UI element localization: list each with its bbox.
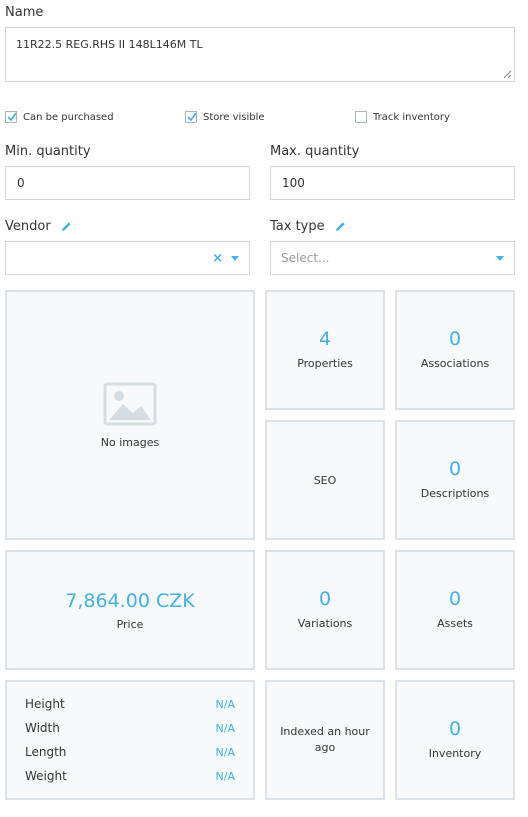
assets-tile[interactable]: 0 Assets [395, 550, 515, 670]
inventory-count: 0 [448, 718, 462, 740]
dimension-row: Length N/A [25, 740, 235, 764]
chevron-down-icon[interactable] [496, 256, 504, 261]
properties-count: 4 [318, 328, 332, 350]
resize-grip-icon[interactable] [503, 70, 512, 79]
tax-type-select[interactable]: Select... [270, 241, 515, 275]
vendor-label-row: Vendor [5, 219, 72, 234]
variations-caption: Variations [297, 617, 353, 630]
indexed-tile[interactable]: Indexed an hour ago [265, 680, 385, 800]
properties-caption: Properties [297, 357, 353, 370]
seo-tile[interactable]: SEO [265, 420, 385, 540]
dimension-label: Length [25, 745, 67, 759]
tax-type-label: Tax type [270, 219, 325, 234]
track-inventory-checkbox[interactable]: Track inventory [355, 111, 450, 123]
pencil-icon[interactable] [61, 221, 72, 232]
assets-count: 0 [448, 588, 462, 610]
checkbox-box[interactable] [185, 111, 197, 123]
checkbox-label: Store visible [203, 111, 265, 123]
images-caption: No images [100, 435, 160, 449]
chevron-down-icon[interactable] [231, 256, 239, 261]
dimension-value: N/A [215, 697, 235, 711]
can-be-purchased-checkbox[interactable]: Can be purchased [5, 111, 114, 123]
dimension-value: N/A [215, 745, 235, 759]
indexed-caption: Indexed an hour ago [280, 725, 370, 754]
min-quantity-label: Min. quantity [5, 144, 91, 159]
seo-caption: SEO [313, 473, 337, 487]
checkbox-label: Can be purchased [23, 111, 114, 123]
dimension-row: Weight N/A [25, 764, 235, 788]
name-value: 11R22.5 REG.RHS II 148L146M TL [16, 38, 203, 51]
checkbox-box[interactable] [5, 111, 17, 123]
vendor-select[interactable]: × [5, 241, 250, 275]
associations-tile[interactable]: 0 Associations [395, 290, 515, 410]
dimension-value: N/A [215, 721, 235, 735]
descriptions-caption: Descriptions [420, 487, 490, 500]
image-placeholder-icon [103, 382, 157, 425]
associations-count: 0 [448, 328, 462, 350]
vendor-label: Vendor [5, 219, 51, 234]
dimension-label: Weight [25, 769, 67, 783]
store-visible-checkbox[interactable]: Store visible [185, 111, 265, 123]
clear-icon[interactable]: × [212, 251, 223, 266]
descriptions-count: 0 [448, 458, 462, 480]
price-tile[interactable]: 7,864.00 CZK Price [5, 550, 255, 670]
pencil-icon[interactable] [335, 221, 346, 232]
max-quantity-input[interactable]: 100 [270, 166, 515, 200]
min-quantity-input[interactable]: 0 [5, 166, 250, 200]
checkmark-icon [187, 112, 197, 122]
tax-type-label-row: Tax type [270, 219, 346, 234]
price-caption: Price [116, 617, 144, 631]
dimension-label: Width [25, 721, 60, 735]
inventory-caption: Inventory [428, 747, 482, 760]
dimensions-tile[interactable]: Height N/A Width N/A Length N/A Weight N… [5, 680, 255, 800]
properties-tile[interactable]: 4 Properties [265, 290, 385, 410]
checkbox-box[interactable] [355, 111, 367, 123]
tax-type-placeholder: Select... [281, 251, 330, 265]
variations-count: 0 [318, 588, 332, 610]
dimension-value: N/A [215, 769, 235, 783]
variations-tile[interactable]: 0 Variations [265, 550, 385, 670]
max-quantity-label: Max. quantity [270, 144, 360, 159]
images-tile[interactable]: No images [5, 290, 255, 540]
dimension-row: Height N/A [25, 692, 235, 716]
assets-caption: Assets [437, 617, 473, 630]
price-amount: 7,864.00 CZK [65, 589, 195, 612]
dimension-row: Width N/A [25, 716, 235, 740]
name-textarea[interactable]: 11R22.5 REG.RHS II 148L146M TL [5, 27, 515, 82]
associations-caption: Associations [420, 357, 490, 370]
checkbox-label: Track inventory [373, 111, 450, 123]
inventory-tile[interactable]: 0 Inventory [395, 680, 515, 800]
name-label: Name [5, 5, 44, 20]
checkmark-icon [7, 112, 17, 122]
dimension-label: Height [25, 697, 65, 711]
descriptions-tile[interactable]: 0 Descriptions [395, 420, 515, 540]
